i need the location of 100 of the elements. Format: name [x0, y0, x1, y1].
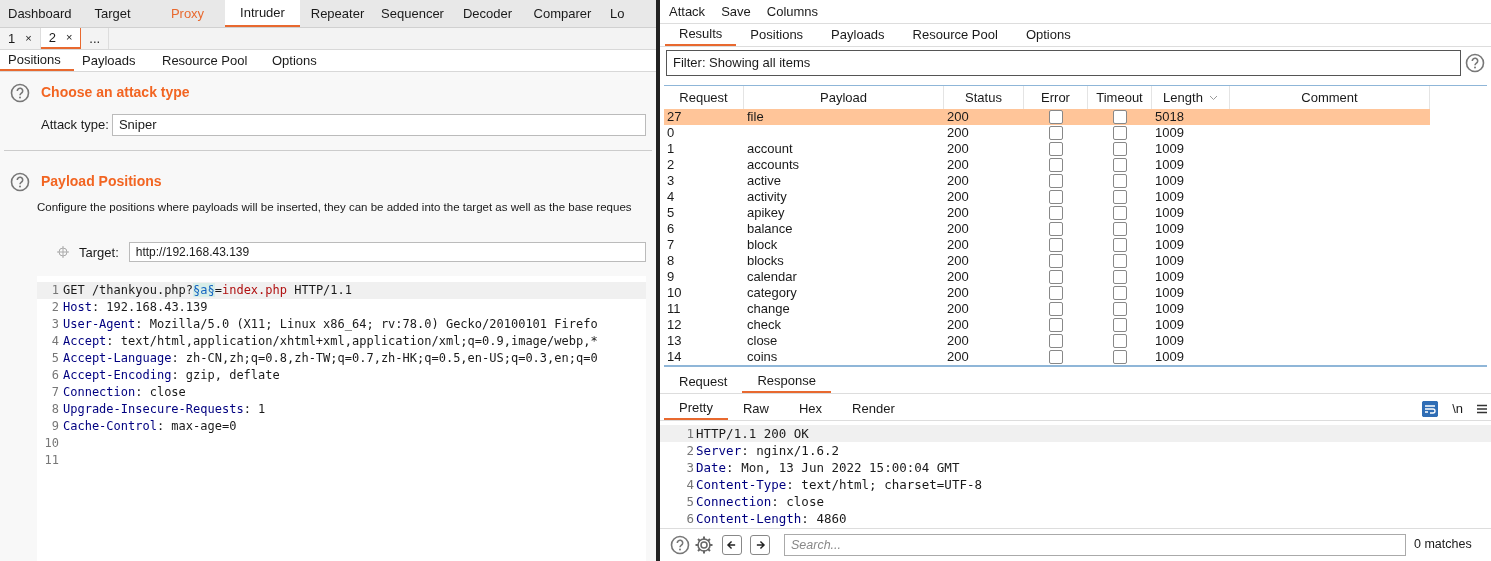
sub-tab[interactable]: Resource Pool	[154, 50, 264, 71]
view-tab[interactable]: Render	[837, 398, 910, 420]
table-cell-text: 1009	[1155, 204, 1184, 223]
close-icon[interactable]: ×	[25, 30, 32, 47]
selected-row[interactable]: 27 file 200 5018	[664, 109, 1430, 125]
attack-tab[interactable]: 2 ×	[40, 28, 82, 49]
target-field[interactable]: http://192.168.43.139	[128, 242, 646, 263]
table-cell-text: 8	[667, 252, 675, 271]
table-cell-text: 1009	[1155, 124, 1184, 143]
main-tab[interactable]: Target	[75, 0, 150, 27]
newline-toggle[interactable]: \n	[1452, 399, 1463, 419]
view-tab[interactable]: Raw	[727, 398, 784, 420]
table-cell-text: 10	[667, 284, 682, 303]
view-tab[interactable]: Pretty	[664, 398, 728, 420]
result-tab[interactable]: Payloads	[817, 24, 899, 46]
table-cell-text: 1009	[1155, 284, 1184, 303]
main-tab[interactable]: Decoder	[450, 0, 525, 27]
help-icon[interactable]	[670, 534, 690, 555]
table-cell-text: 1009	[1155, 300, 1184, 319]
table-cell-text: blocks	[747, 252, 784, 271]
menu-item[interactable]: Attack	[669, 1, 706, 22]
main-tab[interactable]: Sequencer	[375, 0, 450, 27]
settings-icon[interactable]	[694, 534, 714, 555]
table-cell-text: 1009	[1155, 316, 1184, 335]
menu-icon[interactable]	[1477, 404, 1487, 414]
wrap-lines-icon[interactable]	[1422, 401, 1439, 417]
table-cell-text: 200	[947, 284, 969, 303]
result-tab[interactable]: Resource Pool	[898, 24, 1012, 46]
sub-tab[interactable]: Positions	[0, 50, 74, 71]
main-tab[interactable]: Dashboard	[0, 0, 75, 27]
section-title: Choose an attack type	[41, 83, 190, 102]
code-line: Content-Type: text/html; charset=UTF-8	[696, 476, 982, 493]
line-number: 3	[685, 459, 695, 476]
message-tab[interactable]: Request	[664, 370, 743, 393]
table-cell-text: coins	[747, 348, 778, 365]
code-line: Host: 192.168.43.139	[63, 299, 208, 317]
help-icon[interactable]	[10, 82, 30, 103]
main-tab[interactable]: Intruder	[225, 0, 300, 27]
code-line: Connection: close	[63, 384, 186, 402]
table-cell-text: calendar	[747, 268, 797, 287]
column-label: Status	[965, 88, 1002, 107]
table-cell-text: 1009	[1155, 188, 1184, 207]
table-cell-text: 6	[667, 220, 675, 239]
menu-item[interactable]: Save	[721, 1, 751, 22]
table-cell-text: close	[747, 332, 778, 351]
table-cell-text: active	[747, 172, 781, 191]
table-cell-text: 200	[947, 204, 969, 223]
menu-item[interactable]: Columns	[766, 1, 819, 22]
main-tab[interactable]: Repeater	[300, 0, 375, 27]
result-tab[interactable]: Results	[665, 24, 737, 46]
result-tab[interactable]: Options	[1011, 24, 1085, 46]
filter-bar[interactable]: Filter: Showing all items	[666, 50, 1461, 76]
table-cell-text: 12	[667, 316, 682, 335]
close-icon[interactable]: ×	[65, 29, 73, 46]
table-cell-text: account	[747, 140, 793, 159]
code-line: Accept-Language: zh-CN,zh;q=0.8,zh-TW;q=0.7,zh-HK;q=0.5,en-US;q=0.3,en;q=0	[63, 350, 598, 368]
code-line: User-Agent: Mozilla/5.0 (X11; Linux x86_64; rv:78.0) Gecko/20100101 Firefo	[63, 316, 598, 334]
description-text: Configure the positions where payloads will be inserted, they can be added into the target as well as the base reques	[37, 200, 632, 215]
result-tab[interactable]: Positions	[736, 24, 818, 46]
tab-label: 2	[48, 28, 56, 47]
sub-tab[interactable]: Payloads	[74, 50, 154, 71]
table-cell-text: 200	[947, 332, 969, 351]
help-icon[interactable]	[1465, 53, 1485, 73]
line-number: 11	[43, 452, 60, 470]
view-tab[interactable]: Hex	[784, 398, 838, 420]
line-number: 1	[685, 425, 695, 442]
help-icon[interactable]	[10, 171, 30, 192]
table-cell-text: 200	[947, 300, 969, 319]
search-field[interactable]: Search...	[784, 533, 1406, 556]
line-number: 2	[50, 299, 60, 317]
table-cell-text: 200	[947, 172, 969, 191]
attack-type-dropdown[interactable]: Sniper	[111, 114, 646, 136]
back-button[interactable]	[722, 534, 742, 555]
main-tab[interactable]: Comparer	[525, 0, 600, 27]
column-label: Request	[679, 88, 728, 107]
line-number: 6	[50, 367, 60, 385]
message-tab[interactable]: Response	[742, 370, 831, 393]
table-cell-text: 1009	[1155, 268, 1184, 287]
table-cell-text: 0	[667, 124, 675, 143]
table-cell-text: 200	[947, 236, 969, 255]
table-cell-text: 200	[947, 348, 969, 365]
table-cell-text: 7	[667, 236, 675, 255]
table-cell-text: 1009	[1155, 140, 1184, 159]
table-cell-text: 200	[947, 140, 969, 159]
forward-button[interactable]	[750, 534, 770, 555]
line-number: 7	[50, 384, 60, 402]
code-line: Accept-Encoding: gzip, deflate	[63, 367, 280, 385]
table-cell-text: change	[747, 300, 790, 319]
code-line: Date: Mon, 13 Jun 2022 15:00:04 GMT	[696, 459, 960, 476]
table-cell-text: apikey	[747, 204, 785, 223]
sort-caret-icon	[1208, 94, 1218, 101]
sub-tab[interactable]: Options	[264, 50, 344, 71]
table-cell-text: 1	[667, 140, 675, 159]
section-title: Payload Positions	[41, 172, 162, 191]
table-cell-text: 5018	[1155, 108, 1184, 127]
field-label: Attack type:	[41, 116, 109, 135]
table-cell-text: 27	[667, 108, 682, 127]
code-line: HTTP/1.1 200 OK	[696, 425, 809, 442]
table-cell-text: activity	[747, 188, 787, 207]
line-number: 9	[50, 418, 60, 436]
